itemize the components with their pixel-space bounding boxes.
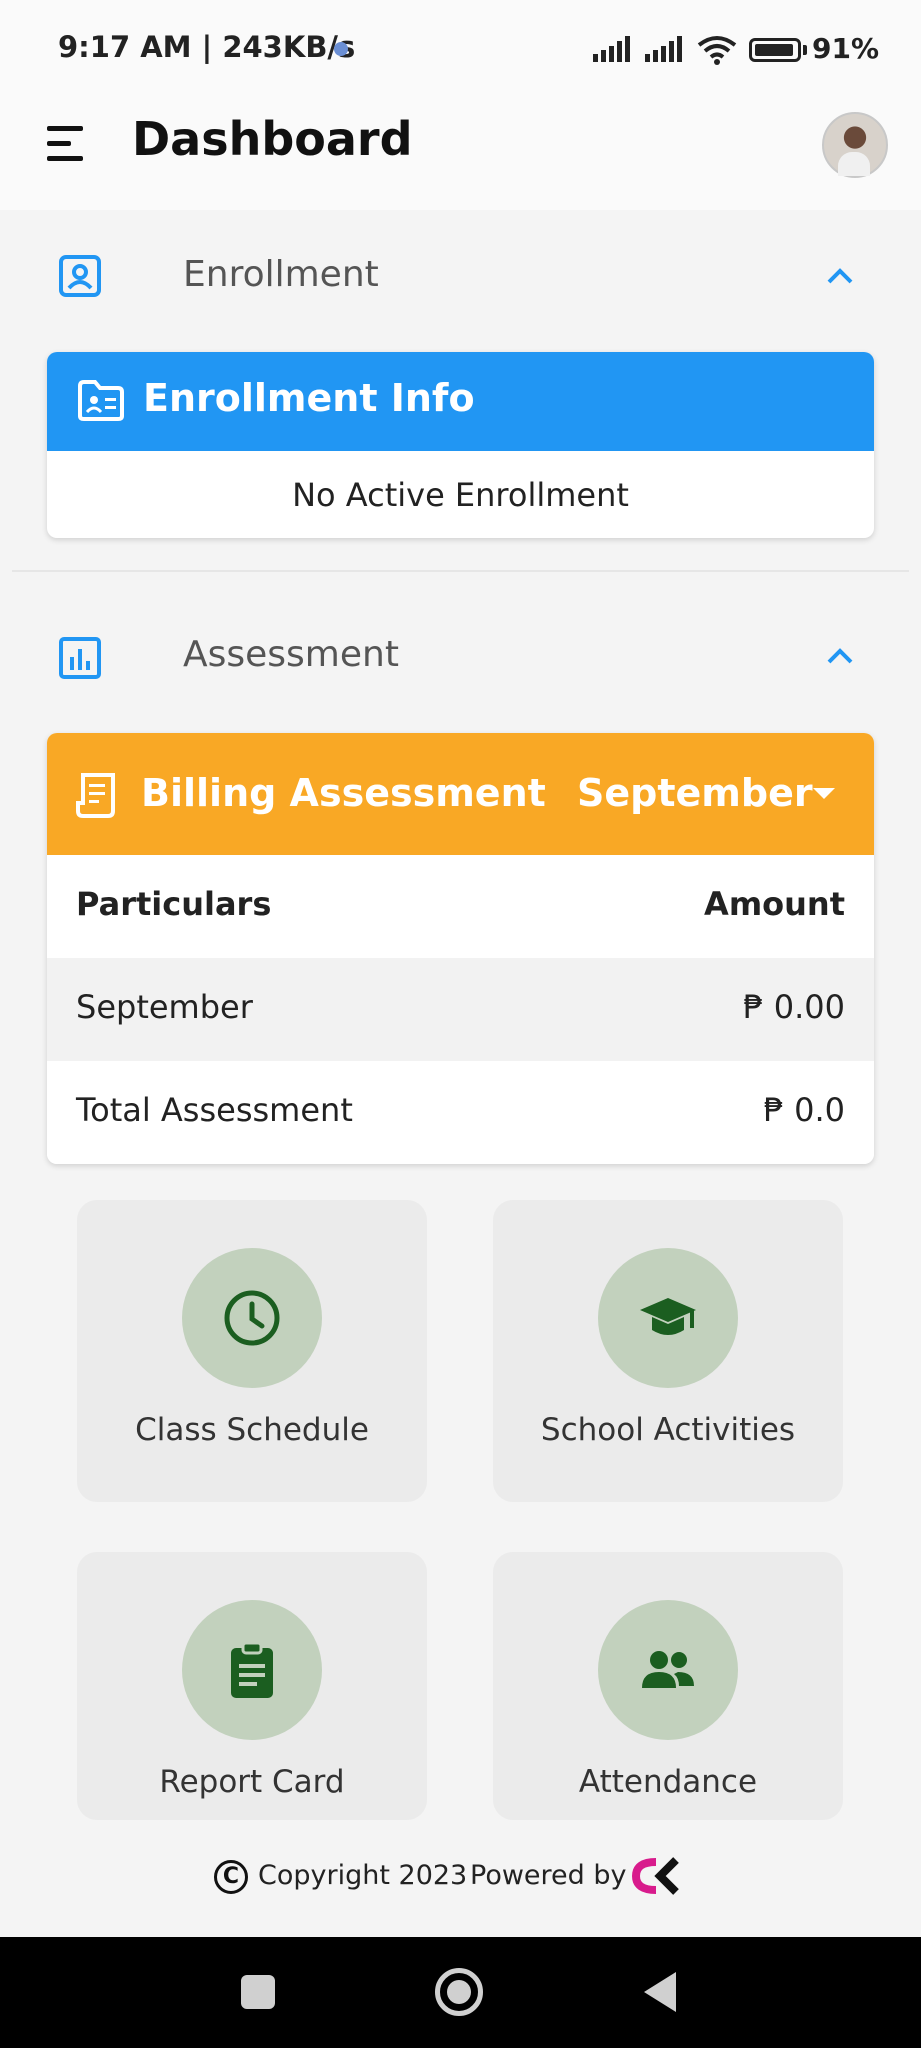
- tile-label: School Activities: [540, 1412, 796, 1448]
- tile-icon-circle: [598, 1600, 738, 1740]
- battery-icon: [749, 38, 801, 62]
- tile-icon-circle: [598, 1248, 738, 1388]
- chevron-up-icon[interactable]: [826, 266, 854, 286]
- tile-icon-circle: [182, 1600, 322, 1740]
- avatar-body: [838, 152, 870, 176]
- billing-assessment-header: Billing Assessment September: [47, 733, 874, 855]
- signal-icon: [593, 36, 630, 62]
- folder-icon: [78, 380, 124, 421]
- row-particular: Total Assessment: [76, 1091, 353, 1129]
- people-icon: [642, 1651, 694, 1688]
- battery-tip: [803, 45, 807, 55]
- section-title-enrollment: Enrollment: [183, 254, 379, 295]
- column-header-particulars: Particulars: [76, 885, 272, 923]
- billing-assessment-card: Billing Assessment September Particulars…: [47, 733, 874, 1164]
- menu-icon[interactable]: [47, 126, 87, 162]
- enrollment-info-title: Enrollment Info: [143, 376, 475, 420]
- status-time: 9:17 AM | 243KB/s: [58, 30, 356, 64]
- wifi-icon: [697, 36, 737, 65]
- table-row-total: Total Assessment ₱ 0.0: [47, 1061, 874, 1164]
- recents-button[interactable]: [241, 1975, 275, 2009]
- clock-icon: [224, 1290, 280, 1346]
- row-amount: ₱ 0.0: [763, 1091, 845, 1129]
- notification-dot-icon: [334, 42, 348, 56]
- back-button[interactable]: [644, 1972, 676, 2012]
- table-header-row: Particulars Amount: [47, 855, 874, 958]
- contact-card-icon: [59, 255, 101, 297]
- chevron-up-icon[interactable]: [826, 646, 854, 666]
- column-header-amount: Amount: [704, 885, 845, 923]
- copyright-text: Copyright 2023: [258, 1860, 468, 1891]
- bar-chart-icon: [59, 637, 101, 679]
- no-enrollment-message: No Active Enrollment: [292, 476, 629, 514]
- page-title: Dashboard: [132, 112, 413, 166]
- powered-by-text: Powered by: [470, 1860, 627, 1891]
- tile-class-schedule[interactable]: Class Schedule: [77, 1200, 427, 1502]
- tile-label: Attendance: [578, 1764, 758, 1800]
- tile-label: Report Card: [159, 1764, 345, 1800]
- signal-icon: [645, 36, 682, 62]
- row-amount: ₱ 0.00: [743, 988, 845, 1026]
- section-title-assessment: Assessment: [183, 634, 399, 675]
- copyright-icon: C: [214, 1860, 248, 1894]
- tile-report-card[interactable]: Report Card: [77, 1552, 427, 1820]
- brand-logo[interactable]: [632, 1856, 680, 1896]
- table-row: September ₱ 0.00: [47, 958, 874, 1061]
- tile-school-activities[interactable]: School Activities: [493, 1200, 843, 1502]
- section-header-enrollment[interactable]: Enrollment: [0, 220, 921, 330]
- enrollment-info-header: Enrollment Info: [47, 352, 874, 451]
- month-dropdown[interactable]: September: [577, 771, 813, 815]
- clipboard-icon: [231, 1641, 273, 1698]
- tile-attendance[interactable]: Attendance: [493, 1552, 843, 1820]
- tile-label: Class Schedule: [135, 1412, 369, 1448]
- caret-down-icon[interactable]: [813, 788, 835, 799]
- enrollment-info-card: Enrollment Info No Active Enrollment: [47, 352, 874, 538]
- section-divider: [12, 570, 909, 572]
- tile-icon-circle: [182, 1248, 322, 1388]
- receipt-icon: [76, 773, 115, 818]
- graduation-cap-icon: [640, 1298, 696, 1335]
- section-header-assessment[interactable]: Assessment: [0, 600, 921, 710]
- row-particular: September: [76, 988, 253, 1026]
- billing-assessment-title: Billing Assessment: [141, 771, 546, 815]
- home-button-dot: [447, 1980, 471, 2004]
- battery-percent: 91%: [812, 32, 880, 65]
